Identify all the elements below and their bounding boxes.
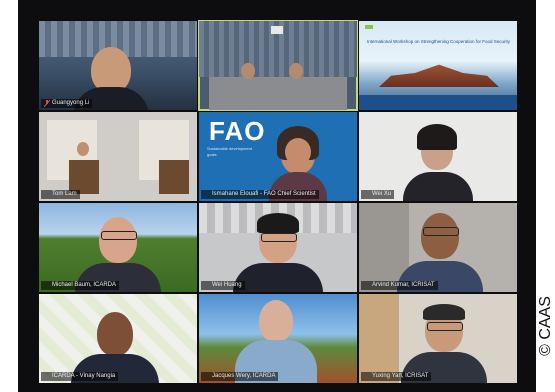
participant-name: Ismahane Elouafi - FAO Chief Scientist [212, 191, 316, 197]
podium [69, 160, 99, 194]
participant-nameplate: Jacques Wery, ICARDA [201, 372, 279, 381]
slide-footer [359, 95, 517, 110]
eyeglasses [261, 233, 297, 242]
slide-title: International Workshop on Strengthening … [367, 39, 511, 44]
eyeglasses [427, 322, 463, 331]
participant-nameplate: Guangyong Li [41, 99, 93, 108]
video-tile[interactable]: Michael Baum, ICARDA [39, 203, 197, 292]
video-tile[interactable]: Wei Huang [199, 203, 357, 292]
video-tile[interactable]: ICARDA - Vinay Nangia [39, 294, 197, 383]
participant-nameplate: Arvind Kumar, ICRISAT [361, 281, 438, 290]
video-tile[interactable]: Yuxing Yan, ICRISAT [359, 294, 517, 383]
slide-image-palace [379, 64, 499, 87]
participant-face [285, 138, 311, 166]
video-tile[interactable]: Jacques Wery, ICARDA [199, 294, 357, 383]
shared-slide[interactable]: International Workshop on Strengthening … [359, 21, 517, 110]
participant-nameplate: Tom Lam [41, 190, 80, 199]
fao-caption: Sustainable development goals [207, 146, 252, 157]
participant-name: Tom Lam [52, 191, 77, 197]
ceiling-light [271, 26, 283, 34]
video-conference-grid: Guangyong Li International Workshop on S… [18, 0, 536, 392]
video-tile[interactable]: Guangyong Li [39, 21, 197, 110]
copyright-text: © CAAS [537, 296, 554, 356]
participant-face [77, 142, 89, 156]
eyeglasses [101, 231, 137, 240]
conference-table [209, 77, 347, 110]
video-tile[interactable]: Wei Xu [359, 112, 517, 201]
participant-name: Guangyong Li [52, 100, 90, 106]
participant-name: ICARDA - Vinay Nangia [52, 373, 116, 379]
participant-nameplate: Michael Baum, ICARDA [41, 281, 120, 290]
video-tile[interactable]: FAO Sustainable development goals Ismaha… [199, 112, 357, 201]
participant-name: Michael Baum, ICARDA [52, 282, 117, 288]
participant-nameplate: Wei Xu [361, 190, 395, 199]
participant-face [99, 217, 137, 263]
participant-name: Yuxing Yan, ICRISAT [372, 373, 429, 379]
participant-nameplate: ICARDA - Vinay Nangia [41, 372, 119, 381]
speaker-face [289, 63, 303, 79]
participant-nameplate: Ismahane Elouafi - FAO Chief Scientist [201, 190, 319, 199]
participant-face [421, 213, 459, 259]
speaker-face [241, 63, 255, 79]
video-tile[interactable]: Arvind Kumar, ICRISAT [359, 203, 517, 292]
participant-body [403, 172, 473, 201]
participant-hair [417, 124, 457, 150]
copyright-watermark: © CAAS [537, 266, 554, 386]
participant-name: Wei Huang [212, 282, 242, 288]
participant-face [97, 312, 133, 356]
participant-hair [423, 304, 465, 320]
slide-logo [365, 25, 373, 29]
participant-nameplate: Wei Huang [201, 281, 245, 290]
participant-name: Arvind Kumar, ICRISAT [372, 282, 435, 288]
fao-logo: FAO [209, 116, 266, 146]
participant-hair [257, 213, 299, 233]
participant-body [233, 263, 323, 292]
podium [159, 160, 189, 194]
video-tile[interactable]: Tom Lam [39, 112, 197, 201]
participant-face [259, 300, 293, 342]
eyeglasses [423, 227, 459, 236]
participant-name: Wei Xu [372, 191, 392, 197]
participant-nameplate: Yuxing Yan, ICRISAT [361, 372, 432, 381]
room-door [359, 294, 399, 383]
mic-muted-icon [44, 100, 50, 107]
participant-name: Jacques Wery, ICARDA [212, 373, 276, 379]
video-tile-active-speaker[interactable] [198, 20, 358, 111]
